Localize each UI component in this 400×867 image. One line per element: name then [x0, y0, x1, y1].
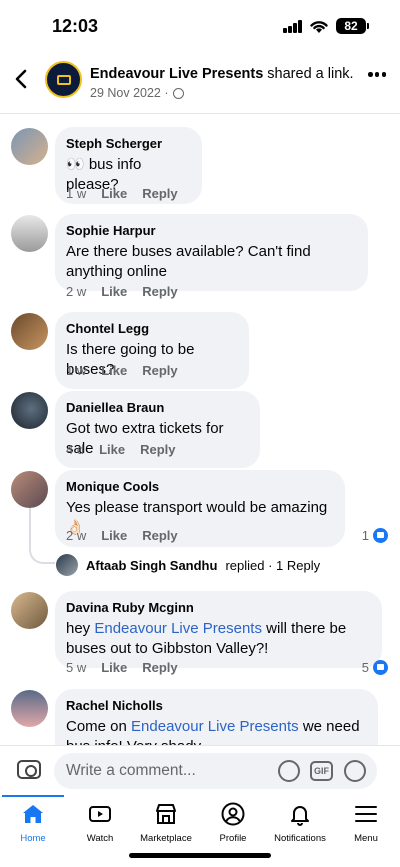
- avatar[interactable]: [11, 215, 48, 252]
- bell-icon: [291, 806, 309, 826]
- divider: [0, 113, 400, 114]
- reply-summary-text: replied · 1 Reply: [225, 557, 321, 573]
- reply-button[interactable]: Reply: [142, 363, 177, 378]
- like-reaction-icon: [373, 528, 388, 543]
- avatar[interactable]: [11, 690, 48, 727]
- comment-time: 2 w: [66, 528, 87, 543]
- gif-button[interactable]: GIF: [310, 761, 333, 781]
- camera-icon[interactable]: [17, 760, 41, 779]
- avatar: [56, 554, 78, 576]
- like-button[interactable]: Like: [99, 442, 125, 457]
- like-button[interactable]: Like: [101, 528, 127, 543]
- page-avatar[interactable]: [45, 61, 82, 98]
- menu-icon: [355, 806, 377, 822]
- comment-text: Come on Endeavour Live Presents we need …: [66, 718, 360, 745]
- like-button[interactable]: Like: [101, 363, 127, 378]
- comment-time: 4 d: [66, 442, 85, 457]
- battery-icon: 82: [336, 18, 369, 34]
- reaction-count-value: 1: [361, 528, 369, 543]
- mention-link[interactable]: Endeavour Live Presents: [131, 718, 299, 735]
- comment-author[interactable]: Rachel Nicholls: [66, 697, 367, 714]
- comment-time: 2 w: [66, 284, 87, 299]
- post-date: 29 Nov 2022 ·: [90, 86, 169, 100]
- wifi-icon: [310, 21, 328, 33]
- reply-author: Aftaab Singh Sandhu: [86, 557, 218, 573]
- comment-actions: 2 w Like Reply: [66, 528, 178, 543]
- tab-home[interactable]: Home: [0, 800, 66, 844]
- tab-watch[interactable]: Watch: [67, 800, 133, 844]
- status-time: 12:03: [52, 16, 99, 36]
- reply-button[interactable]: Reply: [142, 284, 177, 299]
- reply-button[interactable]: Reply: [142, 186, 177, 201]
- more-options-icon[interactable]: [368, 72, 386, 78]
- active-tab-indicator: [2, 795, 64, 797]
- reply-thread-line: [29, 508, 55, 564]
- reaction-count[interactable]: 5: [362, 660, 388, 675]
- post-action-text: shared a link.: [263, 66, 354, 82]
- profile-icon: [221, 802, 245, 826]
- comment-bubble: Davina Ruby Mcginn hey Endeavour Live Pr…: [55, 591, 382, 668]
- reaction-count-value: 5: [361, 660, 369, 675]
- reply-button[interactable]: Reply: [142, 528, 177, 543]
- like-button[interactable]: Like: [101, 660, 127, 675]
- comment-actions: 2 w Like Reply: [66, 284, 178, 299]
- post-meta: 29 Nov 2022 ·: [90, 86, 184, 100]
- tab-label: Menu: [354, 833, 378, 844]
- emoji-icon[interactable]: [344, 760, 366, 782]
- comment-actions: 1 w Like Reply: [66, 363, 178, 378]
- back-arrow-icon[interactable]: [10, 67, 34, 91]
- like-button[interactable]: Like: [101, 284, 127, 299]
- comment-author[interactable]: Monique Cools: [66, 478, 334, 495]
- like-reaction-icon: [373, 660, 388, 675]
- status-bar: 12:03 82: [0, 0, 400, 52]
- post-header: Endeavour Live Presents shared a link. 2…: [0, 55, 400, 111]
- comment-author[interactable]: Steph Scherger: [66, 135, 191, 152]
- view-replies[interactable]: Aftaab Singh Sandhu replied · 1 Reply: [56, 553, 320, 577]
- comment-time: 5 w: [66, 660, 87, 675]
- tab-menu[interactable]: Menu: [333, 800, 399, 844]
- comment-text: Are there buses available? Can't find an…: [66, 243, 311, 280]
- avatar[interactable]: [11, 128, 48, 165]
- tab-label: Profile: [219, 833, 247, 844]
- reaction-count[interactable]: 1: [362, 528, 388, 543]
- sticker-icon[interactable]: [278, 760, 300, 782]
- tab-label: Marketplace: [140, 833, 192, 844]
- mention-link[interactable]: Endeavour Live Presents: [94, 620, 262, 637]
- comment-author[interactable]: Daniellea Braun: [66, 399, 249, 416]
- signal-icon: [283, 20, 303, 33]
- comment-author[interactable]: Sophie Harpur: [66, 222, 357, 239]
- reply-button[interactable]: Reply: [142, 660, 177, 675]
- comment-bubble: Rachel Nicholls Come on Endeavour Live P…: [55, 689, 378, 745]
- comment-author[interactable]: Chontel Legg: [66, 320, 238, 337]
- tab-label: Notifications: [274, 833, 326, 844]
- comment-actions: 5 w Like Reply: [66, 660, 178, 675]
- home-indicator: [129, 853, 271, 858]
- tab-notifications[interactable]: Notifications: [267, 800, 333, 844]
- tab-label: Home: [20, 833, 46, 844]
- comment-bubble: Sophie Harpur Are there buses available?…: [55, 214, 368, 291]
- avatar[interactable]: [11, 392, 48, 429]
- comment-author[interactable]: Davina Ruby Mcginn: [66, 599, 371, 616]
- comment-time: 1 w: [66, 186, 87, 201]
- globe-icon: [172, 87, 184, 99]
- tab-label: Watch: [86, 833, 114, 844]
- avatar[interactable]: [11, 313, 48, 350]
- comment: Rachel Nicholls Come on Endeavour Live P…: [0, 689, 400, 745]
- tab-marketplace[interactable]: Marketplace: [133, 800, 199, 844]
- comment-actions: 1 w Like Reply: [66, 186, 178, 201]
- watch-icon: [89, 806, 111, 822]
- home-icon: [23, 805, 43, 823]
- reply-button[interactable]: Reply: [140, 442, 175, 457]
- avatar[interactable]: [11, 592, 48, 629]
- page-name-link[interactable]: Endeavour Live Presents: [90, 66, 263, 82]
- comment-text: hey Endeavour Live Presents will there b…: [66, 620, 347, 657]
- like-button[interactable]: Like: [101, 186, 127, 201]
- avatar[interactable]: [11, 471, 48, 508]
- comment-composer: GIF: [0, 745, 400, 797]
- tab-profile[interactable]: Profile: [200, 800, 266, 844]
- comment-actions: 4 d Like Reply: [66, 442, 176, 457]
- marketplace-icon: [156, 804, 176, 824]
- comment-time: 1 w: [66, 363, 87, 378]
- post-title: Endeavour Live Presents shared a link.: [90, 66, 354, 82]
